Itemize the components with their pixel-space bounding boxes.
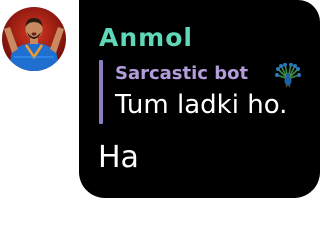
avatar-photo: [2, 7, 66, 71]
reply-text: Tum ladki ho.: [115, 90, 288, 120]
peacock-icon: [275, 62, 301, 88]
sender-name[interactable]: Anmol: [99, 24, 193, 52]
reply-accent-bar: [99, 60, 103, 124]
message-bubble[interactable]: Anmol Sarcastic bot Tum ladki ho. Ha: [79, 0, 320, 198]
message-text: Ha: [98, 140, 139, 175]
reply-author: Sarcastic bot: [115, 63, 249, 84]
sender-avatar[interactable]: [2, 7, 66, 71]
reply-quote[interactable]: Sarcastic bot Tum ladki ho.: [99, 60, 311, 124]
